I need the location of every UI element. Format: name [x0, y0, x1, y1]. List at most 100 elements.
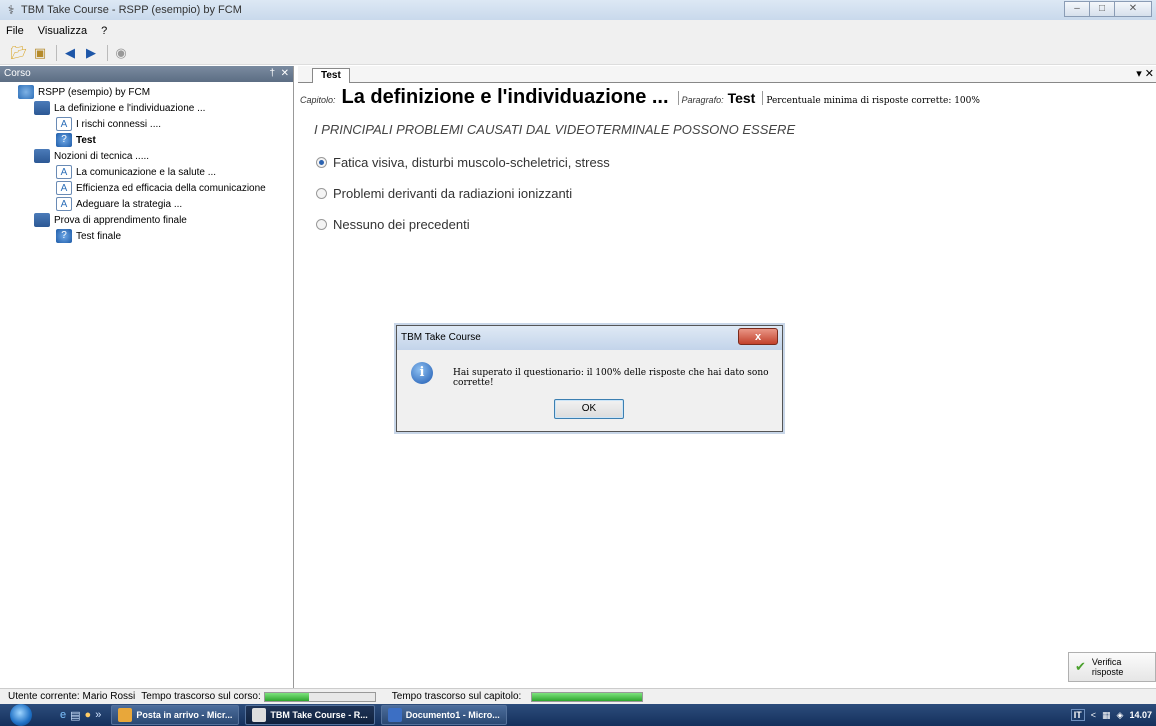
menu-view[interactable]: Visualizza — [38, 25, 87, 37]
chapter-time-label: Tempo trascorso sul capitolo: — [391, 691, 522, 702]
tree-item-chapter[interactable]: Nozioni di tecnica ..... — [6, 148, 293, 164]
tab-test[interactable]: Test — [312, 68, 350, 83]
tree-item-label: Test finale — [76, 230, 122, 242]
page-icon: A — [56, 197, 72, 211]
word-icon — [387, 708, 402, 722]
tree-item-page[interactable]: A Efficienza ed efficacia della comunica… — [6, 180, 293, 196]
toolbar-separator — [56, 44, 57, 61]
tab-strip: Test ▾ ✕ — [298, 66, 1156, 83]
tree-item-label: Prova di apprendimento finale — [54, 214, 187, 226]
outlook-icon[interactable]: ● — [85, 709, 92, 721]
toolbar: 📂︎ ▣ ◀ ▶ ◉ — [0, 41, 1156, 65]
answer-option[interactable]: Problemi derivanti da radiazioni ionizza… — [316, 186, 572, 201]
radio-button[interactable] — [316, 157, 327, 168]
dialog-close-button[interactable]: x — [738, 328, 778, 345]
quick-launch-more[interactable]: » — [95, 709, 101, 721]
ok-button[interactable]: OK — [554, 399, 624, 419]
course-time-progress — [263, 691, 376, 702]
toolbar-separator — [107, 44, 108, 61]
quick-launch: e ▤ ● » — [60, 709, 105, 722]
paragraph-title: Test — [727, 90, 756, 106]
task-word[interactable]: Documento1 - Micro... — [380, 705, 507, 725]
graduation-icon[interactable]: ◉ — [112, 44, 130, 62]
chapter-label: Capitolo: — [300, 95, 336, 105]
dialog-title: TBM Take Course — [401, 332, 481, 343]
task-label: Documento1 - Micro... — [405, 710, 500, 720]
title-bar: ⚕ TBM Take Course - RSPP (esempio) by FC… — [0, 0, 1156, 20]
current-user: Utente corrente: Mario Rossi — [8, 691, 136, 702]
tree-item-chapter[interactable]: Prova di apprendimento finale — [6, 212, 293, 228]
tree-item-label: Test — [76, 134, 96, 146]
tray-expand-icon[interactable]: < — [1091, 710, 1096, 720]
system-tray: IT < ▦ ◈ 14.07 — [1065, 704, 1156, 726]
tree-item-test[interactable]: ? Test finale — [6, 228, 293, 244]
radio-button[interactable] — [316, 188, 327, 199]
test-icon: ? — [56, 133, 72, 147]
app-icon: ⚕ — [7, 3, 15, 17]
desktop-icon[interactable]: ▤ — [70, 709, 80, 722]
tree-item-chapter[interactable]: La definizione e l'individuazione ... — [6, 100, 293, 116]
tree-item-page[interactable]: A I rischi connessi .... — [6, 116, 293, 132]
radio-button[interactable] — [316, 219, 327, 230]
verify-answers-button[interactable]: ✔ Verifica risposte — [1068, 652, 1156, 682]
minimize-button[interactable]: – — [1064, 1, 1090, 17]
outlook-icon — [118, 708, 133, 722]
tree-item-label: I rischi connessi .... — [76, 118, 162, 130]
task-tbm[interactable]: TBM Take Course - R... — [245, 705, 375, 725]
language-indicator[interactable]: IT — [1070, 709, 1085, 721]
dialog-message: Hai superato il questionario: il 100% de… — [453, 368, 769, 388]
tree-item-label: RSPP (esempio) by FCM — [38, 86, 151, 98]
chapter-title: La definizione e l'individuazione ... — [341, 86, 669, 108]
network-icon[interactable]: ▦ — [1102, 710, 1111, 721]
tree-item-page[interactable]: A Adeguare la strategia ... — [6, 196, 293, 212]
dialog-body: i Hai superato il questionario: il 100% … — [397, 350, 782, 433]
close-button[interactable]: ✕ — [1114, 1, 1152, 17]
chapter-time-progress — [531, 691, 644, 702]
clock[interactable]: 14.07 — [1129, 710, 1152, 720]
answer-option[interactable]: Nessuno dei precedenti — [316, 217, 470, 232]
task-label: TBM Take Course - R... — [270, 710, 368, 720]
tbm-icon — [252, 708, 267, 722]
tree-item-label: La comunicazione e la salute ... — [76, 166, 217, 178]
pin-icon[interactable]: † — [269, 66, 275, 82]
course-panel-header: Corso † ✕ — [0, 66, 293, 82]
course-tree: RSPP (esempio) by FCM La definizione e l… — [0, 82, 293, 244]
page-icon: A — [56, 181, 72, 195]
menu-bar: File Visualizza ? — [0, 20, 1156, 41]
ie-icon[interactable]: e — [60, 709, 66, 721]
taskbar: e ▤ ● » Posta in arrivo - Micr... TBM Ta… — [0, 704, 1156, 726]
message-dialog: TBM Take Course x i Hai superato il ques… — [396, 325, 783, 432]
open-folder-icon[interactable]: 📂︎ — [10, 44, 28, 62]
volume-icon[interactable]: ◈ — [1117, 710, 1124, 721]
tree-item-page[interactable]: A La comunicazione e la salute ... — [6, 164, 293, 180]
divider — [677, 90, 679, 105]
start-button[interactable] — [0, 704, 42, 726]
course-panel-title: Corso — [4, 68, 31, 79]
forward-arrow-icon[interactable]: ▶ — [82, 44, 100, 62]
checkmark-icon: ✔ — [1075, 659, 1086, 674]
tree-item-label: Nozioni di tecnica ..... — [54, 150, 150, 162]
tree-item-label: Adeguare la strategia ... — [76, 198, 183, 210]
back-arrow-icon[interactable]: ◀ — [61, 44, 79, 62]
question-text: I PRINCIPALI PROBLEMI CAUSATI DAL VIDEOT… — [314, 122, 796, 137]
menu-file[interactable]: File — [6, 25, 24, 37]
task-outlook[interactable]: Posta in arrivo - Micr... — [111, 705, 240, 725]
chapter-book-icon — [34, 149, 50, 163]
page-icon: A — [56, 165, 72, 179]
tree-item-label: La definizione e l'individuazione ... — [54, 102, 206, 114]
menu-help[interactable]: ? — [101, 25, 107, 37]
maximize-button[interactable]: □ — [1089, 1, 1115, 17]
answer-option[interactable]: Fatica visiva, disturbi muscolo-scheletr… — [316, 155, 610, 170]
window-controls: – □ ✕ — [1064, 1, 1152, 17]
course-globe-icon — [18, 85, 34, 99]
answer-label: Nessuno dei precedenti — [333, 217, 470, 232]
panel-close-icon[interactable]: ✕ — [281, 66, 289, 82]
chapter-heading: Capitolo: La definizione e l'individuazi… — [300, 86, 980, 109]
tree-item-course[interactable]: RSPP (esempio) by FCM — [6, 84, 293, 100]
tab-controls[interactable]: ▾ ✕ — [1136, 67, 1154, 80]
chapter-book-icon — [34, 101, 50, 115]
min-percentage: Percentuale minima di risposte corrette:… — [766, 96, 980, 106]
course-panel: Corso † ✕ RSPP (esempio) by FCM La defin… — [0, 66, 294, 688]
open-course-icon[interactable]: ▣ — [31, 44, 49, 62]
tree-item-test[interactable]: ? Test — [6, 132, 293, 148]
